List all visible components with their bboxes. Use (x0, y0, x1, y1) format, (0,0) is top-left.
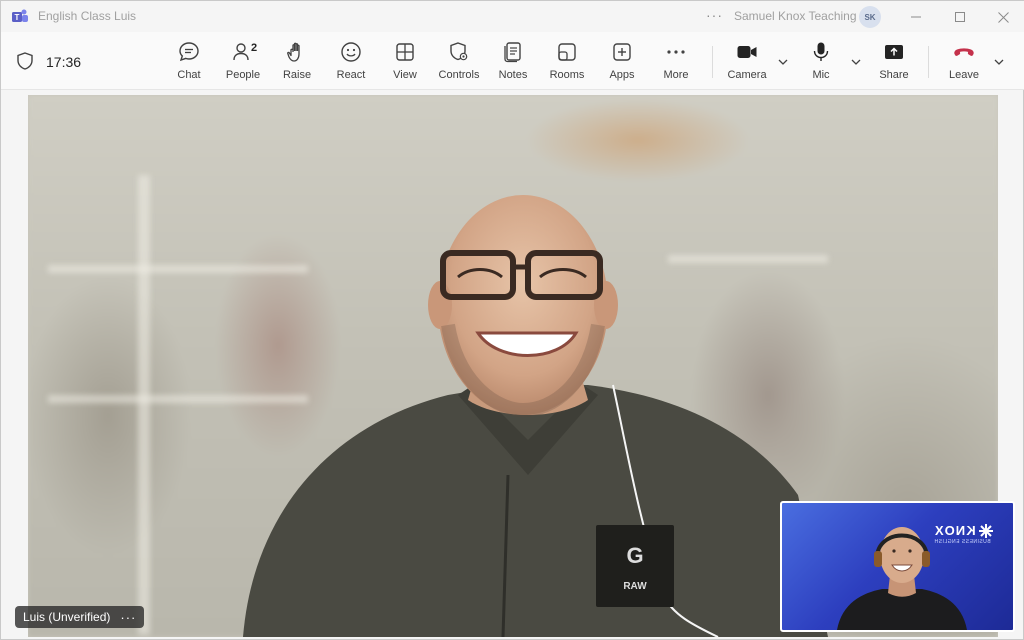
participant-name: Luis (Unverified) (23, 610, 111, 624)
close-button[interactable] (993, 7, 1013, 27)
svg-text:T: T (15, 13, 20, 22)
apps-button[interactable]: Apps (596, 40, 648, 86)
account-name[interactable]: Samuel Knox Teaching (734, 9, 857, 23)
teams-logo-icon: T (12, 9, 28, 22)
react-smiley-icon (341, 42, 361, 62)
view-grid-icon (396, 43, 414, 61)
controls-shield-icon (450, 42, 468, 61)
raise-hand-icon (287, 42, 300, 62)
react-button[interactable]: React (325, 40, 377, 86)
mic-options-chevron-down-icon[interactable] (849, 55, 863, 69)
maximize-button[interactable] (950, 7, 970, 27)
chat-label: Chat (177, 69, 201, 81)
meeting-toolbar: 17:36 Chat 2 People Raise React View Con… (1, 32, 1024, 90)
leave-button[interactable]: Leave (938, 40, 990, 86)
controls-label: Controls (438, 69, 480, 81)
rooms-label: Rooms (549, 69, 585, 81)
svg-text:G: G (626, 543, 643, 568)
notes-button[interactable]: Notes (487, 40, 539, 86)
rooms-button[interactable]: Rooms (541, 40, 593, 86)
raise-label: Raise (282, 69, 312, 81)
self-view-video[interactable]: KNOX BUSINESS ENGLISH (780, 501, 1015, 632)
share-button[interactable]: Share (868, 40, 920, 86)
toolbar-divider (712, 46, 713, 78)
apps-plus-icon (613, 43, 631, 61)
account-avatar[interactable]: SK (859, 6, 881, 28)
participant-options-button[interactable]: ··· (120, 610, 136, 625)
participant-name-tag[interactable]: Luis (Unverified) ··· (15, 606, 145, 628)
more-label: More (663, 69, 689, 81)
teams-meeting-window: T English Class Luis ··· Samuel Knox Tea… (0, 0, 1024, 640)
view-button[interactable]: View (379, 40, 431, 86)
mic-button[interactable]: Mic (795, 40, 847, 86)
share-icon (885, 45, 903, 59)
close-icon (997, 11, 1009, 23)
view-label: View (393, 69, 417, 81)
more-button[interactable]: More (650, 40, 702, 86)
shield-icon[interactable] (17, 52, 33, 70)
more-icon (667, 50, 685, 54)
rooms-icon (558, 43, 576, 61)
minimize-button[interactable] (906, 7, 926, 27)
leave-label: Leave (949, 69, 979, 81)
raise-hand-button[interactable]: Raise (271, 40, 323, 86)
title-more-options-button[interactable]: ··· (706, 7, 723, 23)
camera-options-chevron-down-icon[interactable] (776, 55, 790, 69)
self-view-figure (837, 527, 967, 630)
camera-label: Camera (727, 69, 767, 81)
controls-button[interactable]: Controls (433, 40, 485, 86)
camera-icon (737, 46, 757, 58)
apps-label: Apps (609, 69, 635, 81)
meeting-timer: 17:36 (46, 54, 82, 70)
mic-label: Mic (812, 69, 830, 81)
window-title: English Class Luis (38, 9, 137, 23)
minimize-icon (911, 16, 921, 18)
chat-icon (179, 42, 199, 62)
share-label: Share (879, 69, 909, 81)
people-label: People (225, 69, 261, 81)
leave-phone-icon (954, 48, 974, 56)
maximize-icon (955, 12, 965, 22)
people-button[interactable]: 2 People (217, 40, 269, 86)
leave-options-chevron-down-icon[interactable] (992, 55, 1006, 69)
react-label: React (336, 69, 366, 81)
mic-icon (813, 42, 829, 61)
toolbar-divider (928, 46, 929, 78)
notes-icon (504, 42, 521, 63)
chat-button[interactable]: Chat (163, 40, 215, 86)
title-bar: T English Class Luis ··· Samuel Knox Tea… (1, 1, 1024, 32)
camera-button[interactable]: Camera (721, 40, 773, 86)
svg-text:RAW: RAW (623, 581, 647, 592)
notes-label: Notes (498, 69, 528, 81)
people-count-badge: 2 (251, 42, 258, 54)
